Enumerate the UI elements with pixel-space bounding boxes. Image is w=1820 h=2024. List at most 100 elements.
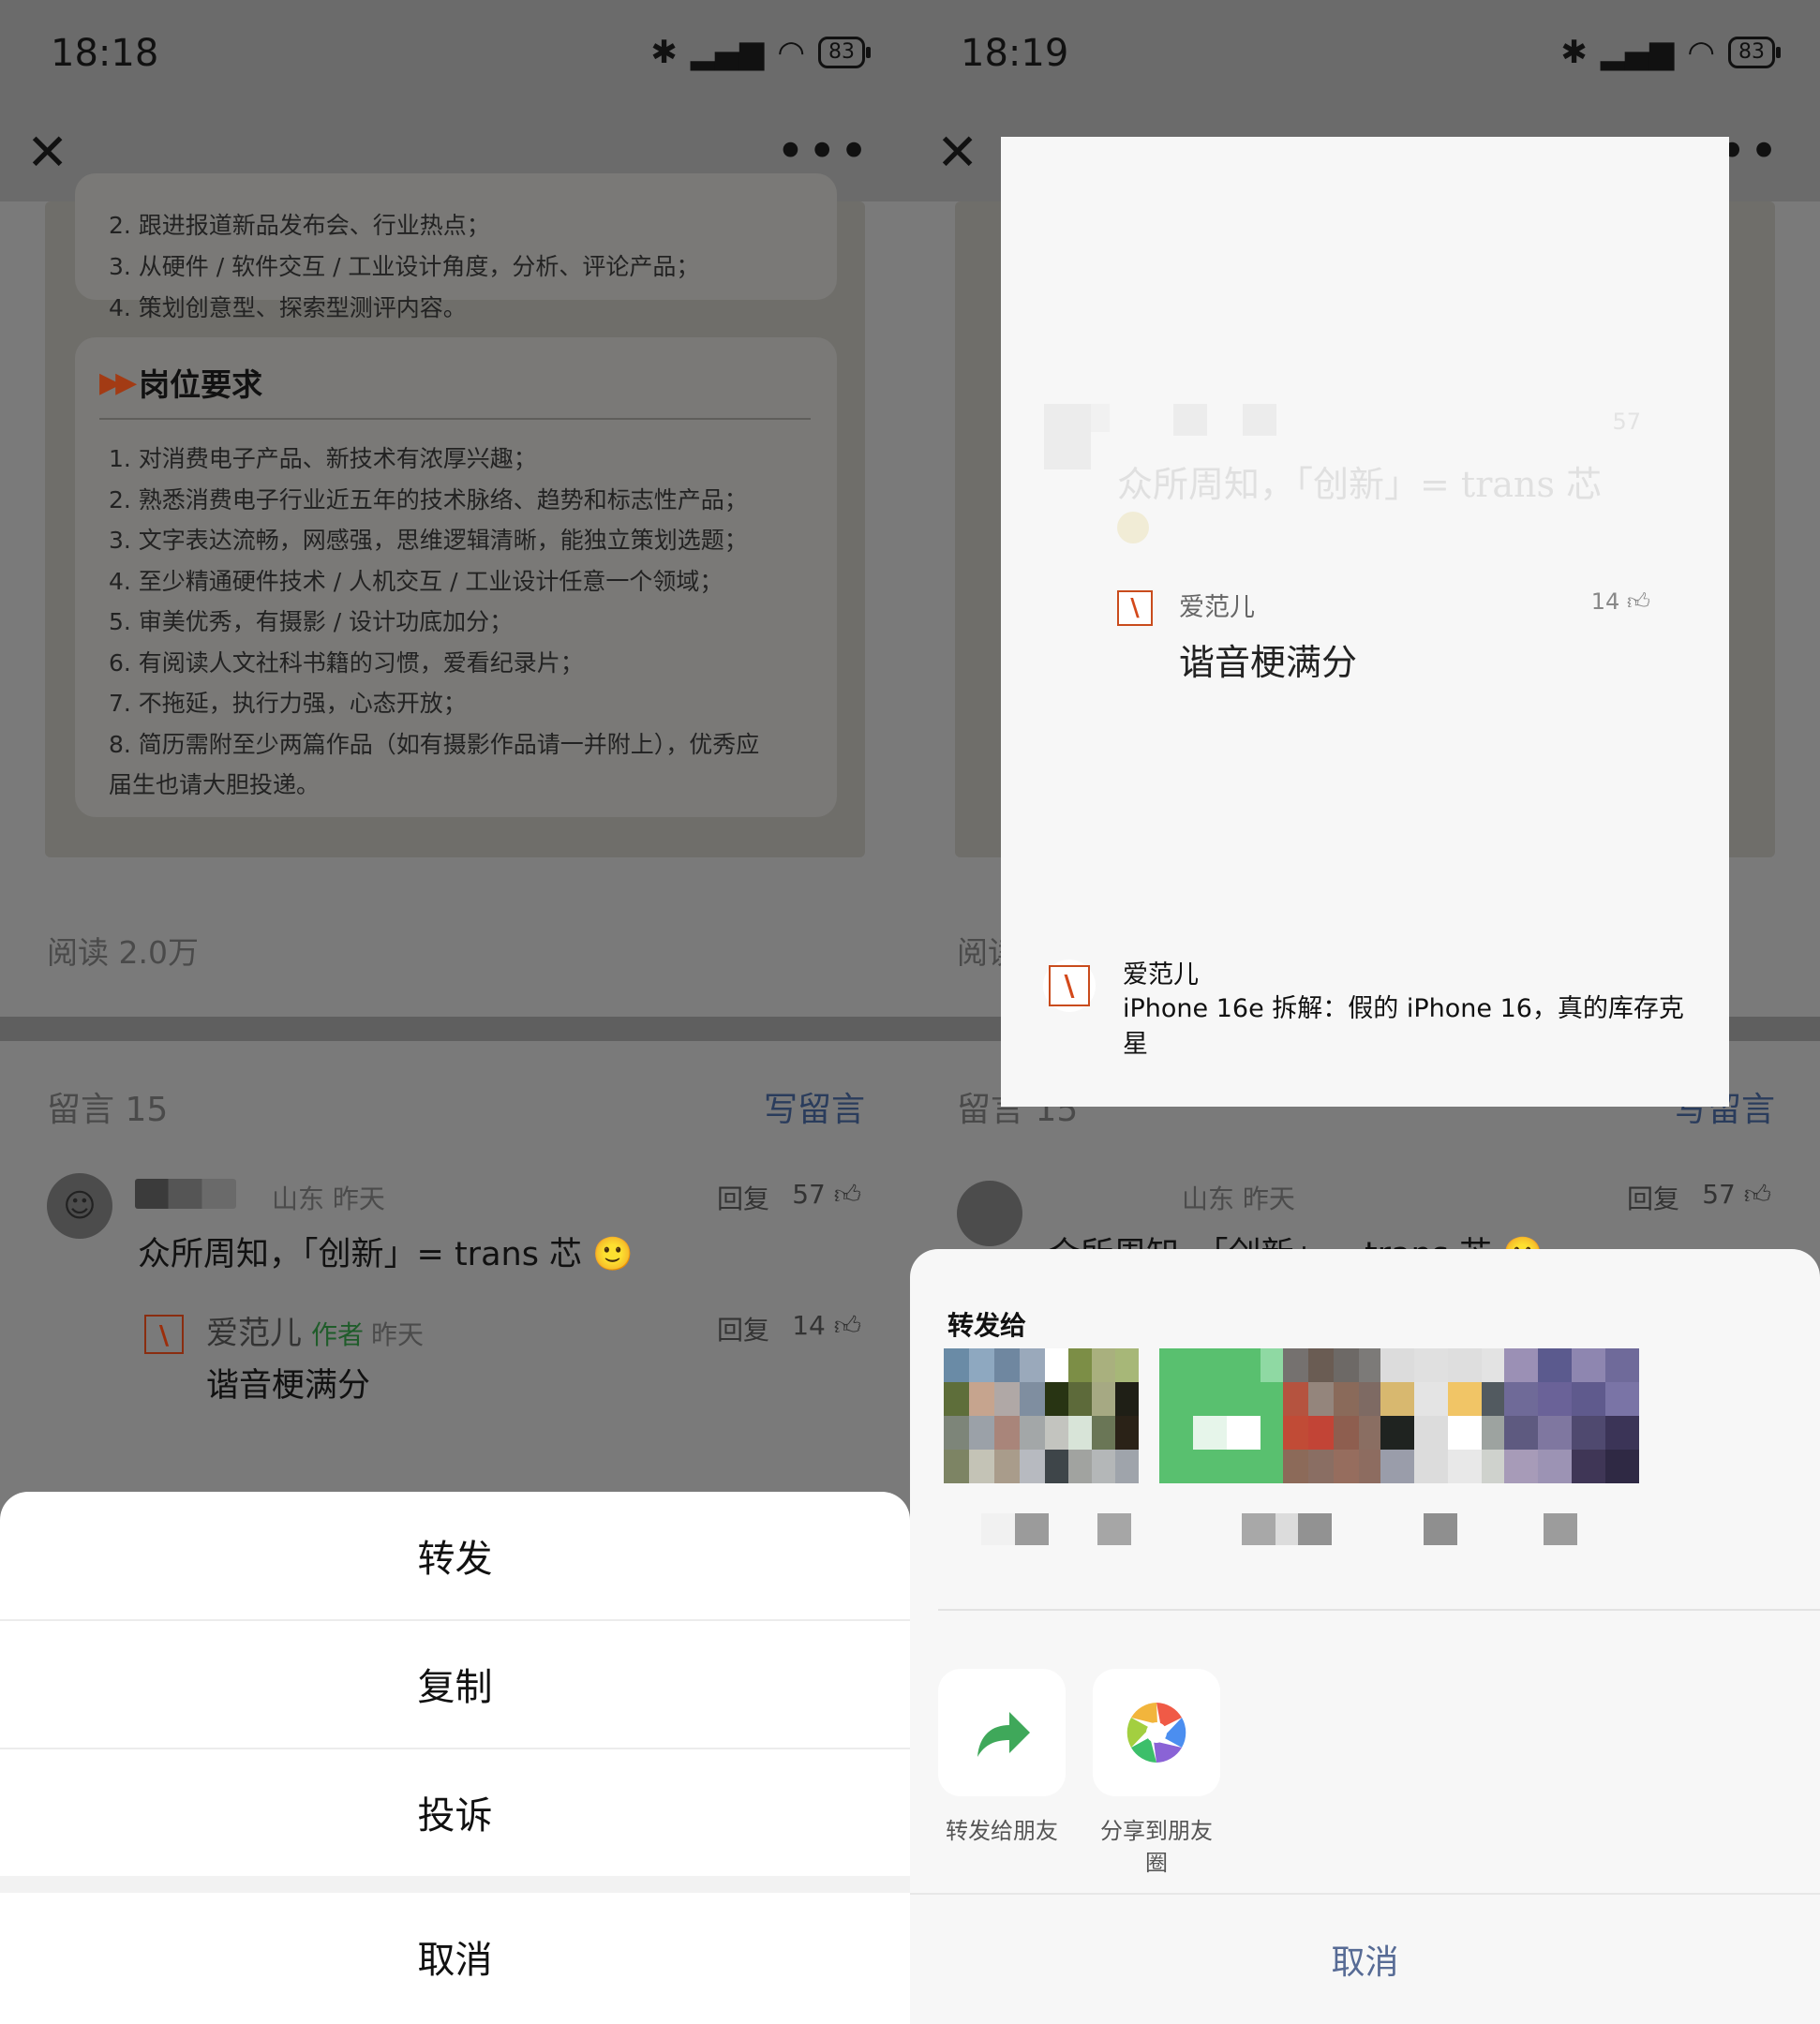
source-article-title: iPhone 16e 拆解：假的 iPhone 16，真的库存克星: [1123, 994, 1684, 1059]
source-avatar: \: [1043, 960, 1096, 1012]
faded-likes: 57: [1612, 409, 1641, 435]
comment-meta: 山东 昨天: [272, 1183, 385, 1214]
like-button[interactable]: 57 👍︎: [1702, 1179, 1771, 1211]
forward-option[interactable]: 转发: [0, 1492, 910, 1621]
requirements-card: ▶▶ 岗位要求 1. 对消费电子产品、新技术有浓厚兴趣； 2. 熟悉消费电子行业近…: [75, 337, 837, 817]
status-bar: 18:18 ✱ ▂▄▆ ◠ 83: [0, 0, 910, 112]
share-app-label: 转发给朋友: [946, 1818, 1058, 1844]
thumb-up-icon: 👍︎: [1743, 1179, 1771, 1210]
author-reply-text: 谐音梗满分: [206, 1367, 371, 1405]
share-title: 转发给: [947, 1310, 1027, 1341]
comment-meta: 山东 昨天: [1182, 1183, 1295, 1214]
duties-card: 2. 跟进报道新品发布会、行业热点； 3. 从硬件 / 软件交互 / 工业设计角度…: [75, 173, 837, 321]
like-button[interactable]: 57 👍︎: [792, 1179, 861, 1211]
right-screen: 18:19 ✱ ▂▄▆ ◠ 83 ✕ ••• 阅读 留言 15 写留言 山东 昨…: [910, 0, 1820, 2024]
article-body: 2. 跟进报道新品发布会、行业热点； 3. 从硬件 / 软件交互 / 工业设计角度…: [45, 173, 865, 857]
close-icon[interactable]: ✕: [26, 127, 68, 178]
reply-time: 昨天: [371, 1319, 425, 1350]
section-separator: [0, 1017, 910, 1041]
duties-list: 2. 跟进报道新品发布会、行业热点； 3. 从硬件 / 软件交互 / 工业设计角度…: [109, 205, 699, 329]
report-option[interactable]: 投诉: [0, 1749, 910, 1878]
battery-icon: 83: [1728, 37, 1781, 68]
avatar[interactable]: ☺: [47, 1173, 112, 1239]
list-item: 4. 至少精通硬件技术 / 人机交互 / 工业设计任意一个领域；: [109, 567, 724, 595]
like-button[interactable]: 14 👍︎: [792, 1310, 861, 1342]
thumb-up-icon: 👍︎: [833, 1310, 861, 1341]
list-item: 2. 熟悉消费电子行业近五年的技术脉络、趋势和标志性产品；: [109, 485, 748, 513]
signal-icon: ▂▄▆: [690, 34, 765, 71]
contact-avatar-blurred[interactable]: [1283, 1348, 1384, 1483]
list-item: 6. 有阅读人文社科书籍的习惯，爱看纪录片；: [109, 648, 584, 677]
list-item: 届生也请大胆投递。: [109, 771, 321, 798]
contact-avatar-blurred[interactable]: [1159, 1348, 1294, 1483]
status-bar: 18:19 ✱ ▂▄▆ ◠ 83: [910, 0, 1820, 112]
list-item: 3. 从硬件 / 软件交互 / 工业设计角度，分析、评论产品；: [109, 253, 700, 280]
copy-option[interactable]: 复制: [0, 1620, 910, 1749]
ifanr-logo-icon: \: [1117, 590, 1153, 626]
status-time: 18:19: [961, 32, 1069, 75]
list-item: 3. 文字表达流畅，网感强，思维逻辑清晰，能独立策划选题；: [109, 527, 748, 554]
bluetooth-icon: ✱: [650, 34, 678, 71]
forward-arrow-icon: [938, 1669, 1066, 1796]
contact-name-blurred: [1097, 1513, 1131, 1545]
moments-aperture-icon: [1093, 1669, 1220, 1796]
more-icon[interactable]: •••: [775, 122, 871, 181]
share-cancel-button[interactable]: 取消: [910, 1893, 1820, 2024]
avatar: [957, 1181, 1022, 1246]
contact-name-blurred: [1298, 1513, 1332, 1545]
share-to-moments-button[interactable]: 分享到朋友圈: [1093, 1669, 1220, 1879]
wifi-icon: ◠: [1687, 34, 1715, 71]
wifi-icon: ◠: [777, 34, 805, 71]
reply-likes: 14 👍︎: [1590, 588, 1650, 615]
comments-header: 留言 15 写留言: [47, 1082, 865, 1131]
contact-name-blurred: [1424, 1513, 1457, 1545]
ifanr-logo-icon: \: [1049, 965, 1090, 1006]
reply-button[interactable]: 回复: [1627, 1179, 1679, 1216]
divider: [99, 418, 811, 420]
share-sheet: 转发给 转发给朋友 分享到朋友圈 取消: [910, 1249, 1820, 2024]
sheet-gap: [0, 1876, 910, 1893]
contact-avatar-blurred[interactable]: [944, 1348, 1045, 1483]
thumb-up-icon: 👍︎: [1626, 588, 1650, 615]
commenter-name-blurred: [135, 1179, 236, 1209]
author-badge: 作者: [311, 1319, 365, 1350]
contact-avatar-blurred[interactable]: [1380, 1348, 1515, 1483]
reply-button[interactable]: 回复: [717, 1310, 769, 1347]
left-screen: 18:18 ✱ ▂▄▆ ◠ 83 ✕ ••• 2. 跟进报道新品发布会、行业热点…: [0, 0, 910, 2024]
list-item: 7. 不拖延，执行力强，心态开放；: [109, 690, 467, 717]
thumb-up-icon: 👍︎: [833, 1179, 861, 1210]
forward-to-friend-button[interactable]: 转发给朋友: [938, 1669, 1066, 1847]
requirements-title: ▶▶ 岗位要求: [99, 365, 263, 404]
list-item: 5. 审美优秀，有摄影 / 设计功底加分；: [109, 608, 514, 635]
contact-avatar-blurred[interactable]: [1504, 1348, 1639, 1483]
status-time: 18:18: [51, 32, 159, 75]
signal-icon: ▂▄▆: [1600, 34, 1675, 71]
status-icons: ✱ ▂▄▆ ◠ 83: [650, 34, 871, 71]
section-mark-icon: ▶▶: [99, 365, 137, 399]
share-app-label: 分享到朋友圈: [1100, 1818, 1213, 1876]
divider: [938, 1609, 1820, 1611]
write-comment-link[interactable]: 写留言: [764, 1082, 865, 1131]
list-item: 2. 跟进报道新品发布会、行业热点；: [109, 212, 490, 239]
author-reply-header: 爱范儿 作者 昨天: [206, 1315, 425, 1352]
bluetooth-icon: ✱: [1560, 34, 1588, 71]
comment-text: 众所周知，「创新」= trans 芯 🙂: [138, 1236, 634, 1273]
status-icons: ✱ ▂▄▆ ◠ 83: [1560, 34, 1781, 71]
contact-avatar-blurred[interactable]: [1045, 1348, 1139, 1483]
list-item: 8. 简历需附至少两篇作品（如有摄影作品请一并附上），优秀应: [109, 730, 760, 758]
reply-button[interactable]: 回复: [717, 1179, 769, 1216]
contact-name-blurred: [1544, 1513, 1577, 1545]
share-preview-card: 57 众所周知，「创新」= trans 芯 \ 爱范儿 14 👍︎ 谐音梗满分 …: [1001, 137, 1729, 1107]
list-item: 4. 策划创意型、探索型测评内容。: [109, 294, 467, 321]
source-name: 爱范儿: [1123, 960, 1199, 990]
ifanr-logo-icon: \: [144, 1315, 184, 1354]
action-sheet: 转发 复制 投诉 取消: [0, 1492, 910, 2024]
requirements-list: 1. 对消费电子产品、新技术有浓厚兴趣； 2. 熟悉消费电子行业近五年的技术脉络、…: [109, 439, 821, 806]
close-icon[interactable]: ✕: [936, 127, 978, 178]
cancel-option[interactable]: 取消: [0, 1893, 910, 2020]
list-item: 1. 对消费电子产品、新技术有浓厚兴趣；: [109, 445, 537, 472]
contact-name-blurred: [981, 1513, 1049, 1545]
read-count: 阅读 2.0万: [47, 934, 199, 971]
faded-comment-text: 众所周知，「创新」= trans 芯: [1117, 464, 1603, 505]
battery-icon: 83: [818, 37, 871, 68]
